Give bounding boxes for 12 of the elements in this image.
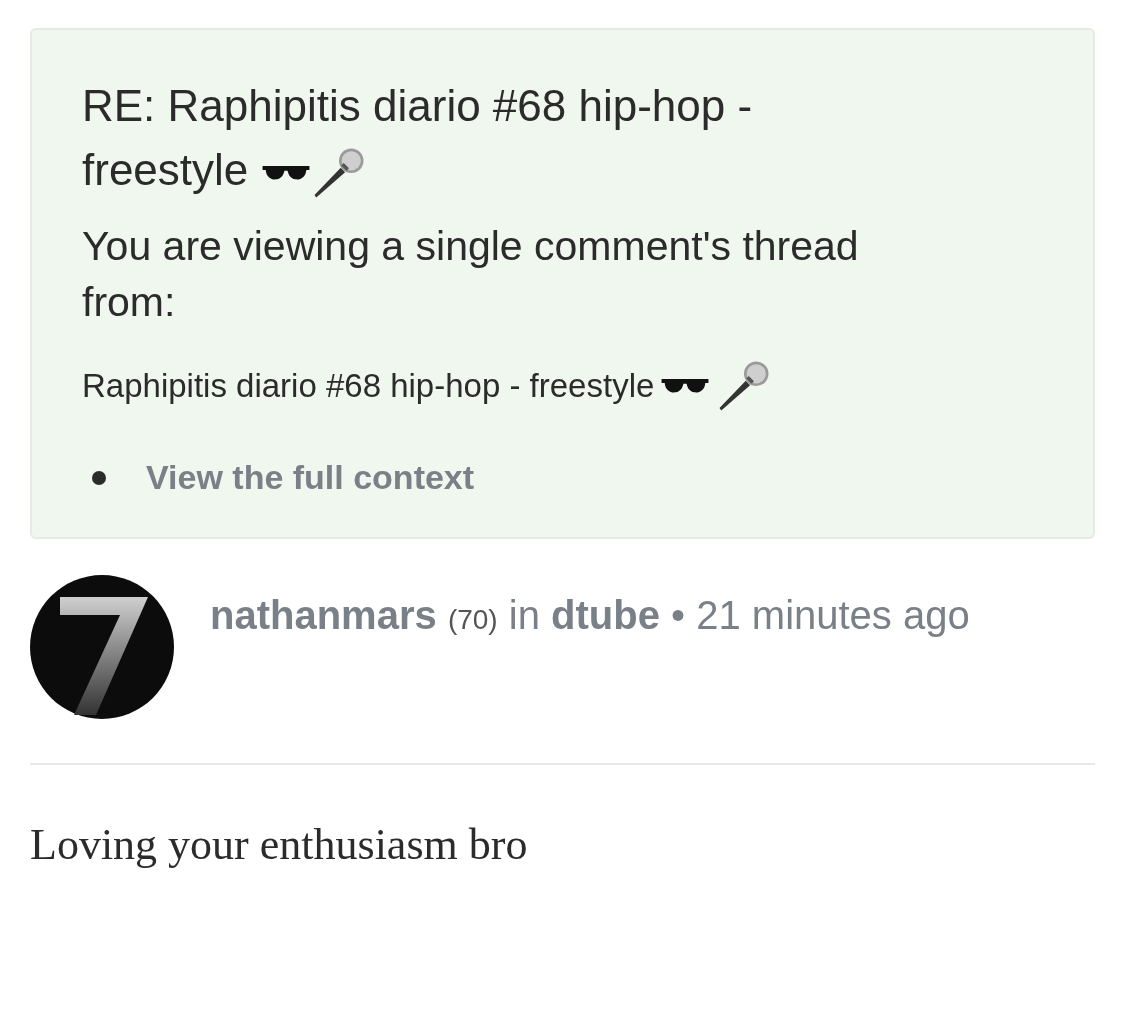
comment-title: RE: Raphipitis diario #68 hip-hop - freestyle bbox=[82, 74, 882, 202]
separator-dot: • bbox=[671, 593, 686, 637]
context-link[interactable]: View the full context bbox=[146, 458, 475, 497]
comment-body: Loving your enthusiasm bro bbox=[30, 819, 529, 870]
bullet-icon bbox=[92, 470, 106, 485]
community-link[interactable]: dtube bbox=[551, 593, 660, 637]
reputation-score: (70) bbox=[447, 604, 498, 635]
timestamp: 21 minutes ago bbox=[696, 593, 970, 637]
post-title: Raphipitis diario #68 hip-hop - freestyle bbox=[82, 367, 655, 405]
preposition-text: in bbox=[508, 593, 540, 637]
author-name[interactable]: nathanmars bbox=[210, 593, 437, 637]
thread-message: You are viewing a single comment's thread from: bbox=[82, 222, 860, 327]
